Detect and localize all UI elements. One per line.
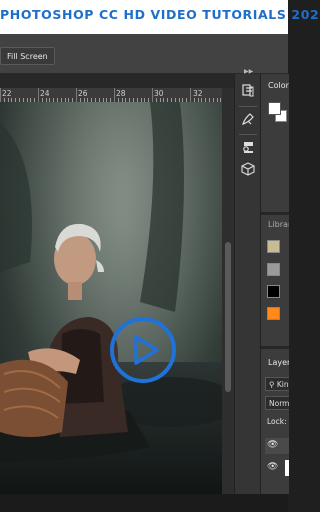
ruler-tick (114, 88, 115, 102)
brush-settings-icon[interactable] (239, 110, 257, 128)
play-icon (134, 335, 159, 365)
vertical-scrollbar[interactable] (222, 88, 234, 494)
layer-row[interactable]: 👁 (265, 460, 289, 476)
panel-icon-strip: ▶▶ (234, 68, 261, 494)
layers-filter-kind[interactable]: ⚲ Kin (265, 377, 289, 391)
visibility-eye-icon[interactable]: 👁 (267, 462, 278, 472)
layers-filter-label: Kin (276, 380, 289, 389)
ruler-label: 24 (40, 89, 50, 98)
panel-divider (261, 346, 289, 349)
libraries-panel-title[interactable]: Librar (268, 220, 289, 229)
3d-cube-icon[interactable] (239, 160, 257, 178)
divider (239, 106, 257, 107)
ruler-tick (76, 88, 77, 102)
layer-thumbnail (285, 460, 289, 476)
library-swatch[interactable] (267, 240, 280, 253)
lock-label: Lock: (267, 417, 287, 426)
title-banner: PHOTOSHOP CC HD VIDEO TUTORIALS 2020 (0, 0, 320, 34)
ruler-label: 32 (193, 89, 203, 98)
library-swatch[interactable] (267, 285, 280, 298)
blend-mode-value: Norm (269, 399, 289, 408)
ruler-label: 26 (78, 89, 88, 98)
photo-artwork (0, 102, 222, 494)
layer-row[interactable]: 👁 (265, 438, 289, 454)
bottom-bar (0, 494, 288, 512)
document-workspace: 22 24 26 28 30 32 (0, 74, 234, 494)
library-swatch[interactable] (267, 307, 280, 320)
ruler-tick (190, 88, 191, 102)
layer-comps-icon[interactable] (239, 138, 257, 156)
divider (239, 134, 257, 135)
fill-screen-button[interactable]: Fill Screen (0, 47, 55, 65)
color-panel-title[interactable]: Color (268, 81, 289, 90)
play-button[interactable] (110, 317, 176, 383)
ruler-tick (0, 88, 1, 102)
ruler-label: 30 (154, 89, 164, 98)
ruler-label: 28 (116, 89, 126, 98)
collapse-panels-icon[interactable]: ▶▶ (244, 68, 253, 75)
ruler-tick (38, 88, 39, 102)
visibility-eye-icon[interactable]: 👁 (267, 440, 278, 450)
blend-mode-select[interactable]: Norm (265, 396, 289, 410)
ruler-label: 22 (2, 89, 12, 98)
library-swatch[interactable] (267, 263, 280, 276)
layers-panel-title[interactable]: Layer (268, 358, 289, 367)
history-icon[interactable] (239, 82, 257, 100)
horizontal-ruler: 22 24 26 28 30 32 (0, 88, 222, 103)
ruler-tick (152, 88, 153, 102)
right-panels: Color Librar Layer ⚲ Kin Norm Lock: 👁 👁 (260, 74, 289, 494)
foreground-color-swatch[interactable] (268, 102, 281, 115)
banner-title: PHOTOSHOP CC HD VIDEO TUTORIALS 2020 (0, 7, 320, 22)
scroll-thumb[interactable] (225, 242, 231, 392)
canvas-photo[interactable] (0, 102, 222, 494)
panel-divider (261, 212, 289, 215)
